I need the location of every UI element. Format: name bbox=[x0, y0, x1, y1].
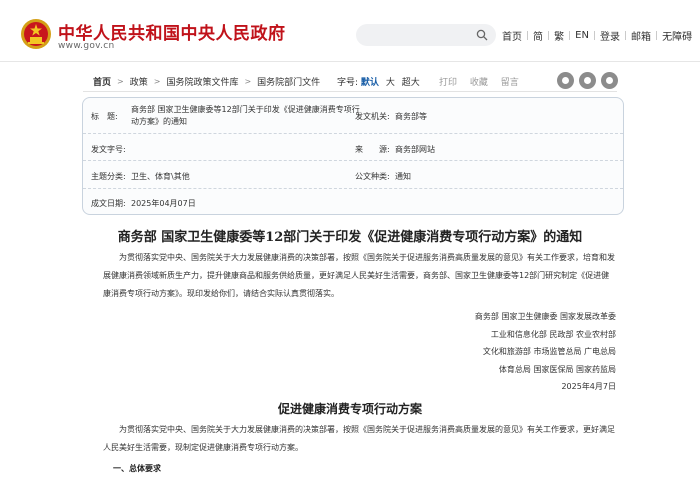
section-heading: 一、总体要求 bbox=[113, 464, 161, 473]
signers-block: 商务部 国家卫生健康委 国家发展改革委 工业和信息化部 民政部 农业农村部 文化… bbox=[475, 308, 616, 396]
font-size-label: 字号: bbox=[337, 78, 359, 88]
issuer-value: 商务部等 bbox=[395, 112, 427, 121]
title-label: 标 题: bbox=[91, 112, 118, 121]
site-header: 中华人民共和国中央人民政府 www.gov.cn 首页 | 简 | 繁 | EN | 登… bbox=[0, 0, 700, 62]
article-title: 商务部 国家卫生健康委等12部门关于印发《促进健康消费专项行动方案》的通知 bbox=[117, 230, 583, 245]
breadcrumb-policy-library[interactable]: 国务院政策文件库 bbox=[166, 75, 238, 88]
title-value: 商务部 国家卫生健康委等12部门关于印发《促进健康消费专项行动方案》的通知 bbox=[131, 105, 360, 126]
signer-line: 文化和旅游部 市场监管总局 广电总局 bbox=[482, 347, 616, 356]
font-size-xlarge[interactable]: 超大 bbox=[402, 78, 420, 88]
sign-date: 2025年4月7日 bbox=[561, 382, 616, 391]
document-info-table: 标 题: 商务部 国家卫生健康委等12部门关于印发《促进健康消费专项行动方案》的… bbox=[82, 97, 624, 215]
plan-intro-paragraph: 为贯彻落实党中央、国务院关于大力发展健康消费的决策部署，按照《国务院关于促进服务… bbox=[103, 425, 615, 452]
signer-line: 商务部 国家卫生健康委 国家发展改革委 bbox=[474, 312, 616, 321]
breadcrumb-department-docs[interactable]: 国务院部门文件 bbox=[257, 75, 320, 88]
font-size-control: 字号: 默认 大 超大 bbox=[337, 75, 420, 88]
article-tools: 打印 收藏 留言 bbox=[439, 75, 529, 88]
info-row-title: 标 题: 商务部 国家卫生健康委等12部门关于印发《促进健康消费专项行动方案》的… bbox=[83, 98, 623, 134]
font-size-default[interactable]: 默认 bbox=[361, 78, 379, 88]
search-icon[interactable] bbox=[476, 29, 488, 41]
article-intro: 为贯彻落实党中央、国务院关于大力发展健康消费的决策部署，按照《国务院关于促进服务… bbox=[103, 249, 615, 303]
search-input[interactable] bbox=[356, 24, 496, 46]
date-label: 成文日期: bbox=[91, 199, 126, 208]
font-size-large[interactable]: 大 bbox=[386, 78, 395, 88]
breadcrumb-home[interactable]: 首页 bbox=[93, 75, 111, 88]
nav-simplified[interactable]: 简 bbox=[533, 28, 543, 43]
source-value: 商务部网站 bbox=[395, 145, 435, 154]
weibo-icon[interactable] bbox=[557, 72, 574, 89]
site-url: www.gov.cn bbox=[58, 41, 115, 51]
info-row-docno: 发文字号: 来 源: 商务部网站 bbox=[83, 134, 623, 161]
info-row-date: 成文日期: 2025年04月07日 bbox=[83, 189, 623, 215]
genre-value: 通知 bbox=[395, 172, 411, 181]
top-nav: 首页 | 简 | 繁 | EN | 登录 | 邮箱 | 无障碍 bbox=[502, 28, 693, 43]
message-button[interactable]: 留言 bbox=[501, 78, 519, 88]
date-value: 2025年04月07日 bbox=[131, 199, 196, 208]
nav-english[interactable]: EN bbox=[575, 30, 589, 41]
nav-accessibility[interactable]: 无障碍 bbox=[662, 28, 692, 43]
source-label: 来 源: bbox=[355, 145, 390, 154]
nav-home[interactable]: 首页 bbox=[502, 28, 522, 43]
breadcrumb: 首页 > 政策 > 国务院政策文件库 > 国务院部门文件 bbox=[93, 75, 320, 88]
issuer-label: 发文机关: bbox=[355, 112, 390, 121]
wechat-icon[interactable] bbox=[579, 72, 596, 89]
national-emblem-icon[interactable] bbox=[20, 18, 52, 50]
nav-mail[interactable]: 邮箱 bbox=[631, 28, 651, 43]
info-row-topic: 主题分类: 卫生、体育\其他 公文种类: 通知 bbox=[83, 161, 623, 189]
chevron-right-icon: > bbox=[244, 77, 252, 86]
nav-login[interactable]: 登录 bbox=[600, 28, 620, 43]
print-button[interactable]: 打印 bbox=[439, 78, 457, 88]
plan-title: 促进健康消费专项行动方案 bbox=[277, 402, 422, 416]
breadcrumb-policy[interactable]: 政策 bbox=[130, 75, 148, 88]
doc-no-label: 发文字号: bbox=[91, 145, 126, 154]
chevron-right-icon: > bbox=[153, 77, 161, 86]
genre-label: 公文种类: bbox=[355, 172, 390, 181]
qzone-icon[interactable] bbox=[601, 72, 618, 89]
favorite-button[interactable]: 收藏 bbox=[470, 78, 488, 88]
nav-traditional[interactable]: 繁 bbox=[554, 28, 564, 43]
topic-label: 主题分类: bbox=[91, 172, 126, 181]
chevron-right-icon: > bbox=[117, 77, 124, 86]
breadcrumb-bar: 首页 > 政策 > 国务院政策文件库 > 国务院部门文件 字号: 默认 大 超大… bbox=[83, 70, 618, 92]
plan-intro: 为贯彻落实党中央、国务院关于大力发展健康消费的决策部署，按照《国务院关于促进服务… bbox=[103, 421, 615, 457]
signer-line: 体育总局 国家医保局 国家药监局 bbox=[498, 364, 616, 374]
signer-line: 工业和信息化部 民政部 农业农村部 bbox=[490, 329, 616, 339]
intro-paragraph: 为贯彻落实党中央、国务院关于大力发展健康消费的决策部署，按照《国务院关于促进服务… bbox=[103, 253, 615, 298]
share-icons bbox=[557, 72, 618, 89]
topic-value: 卫生、体育\其他 bbox=[131, 172, 190, 181]
